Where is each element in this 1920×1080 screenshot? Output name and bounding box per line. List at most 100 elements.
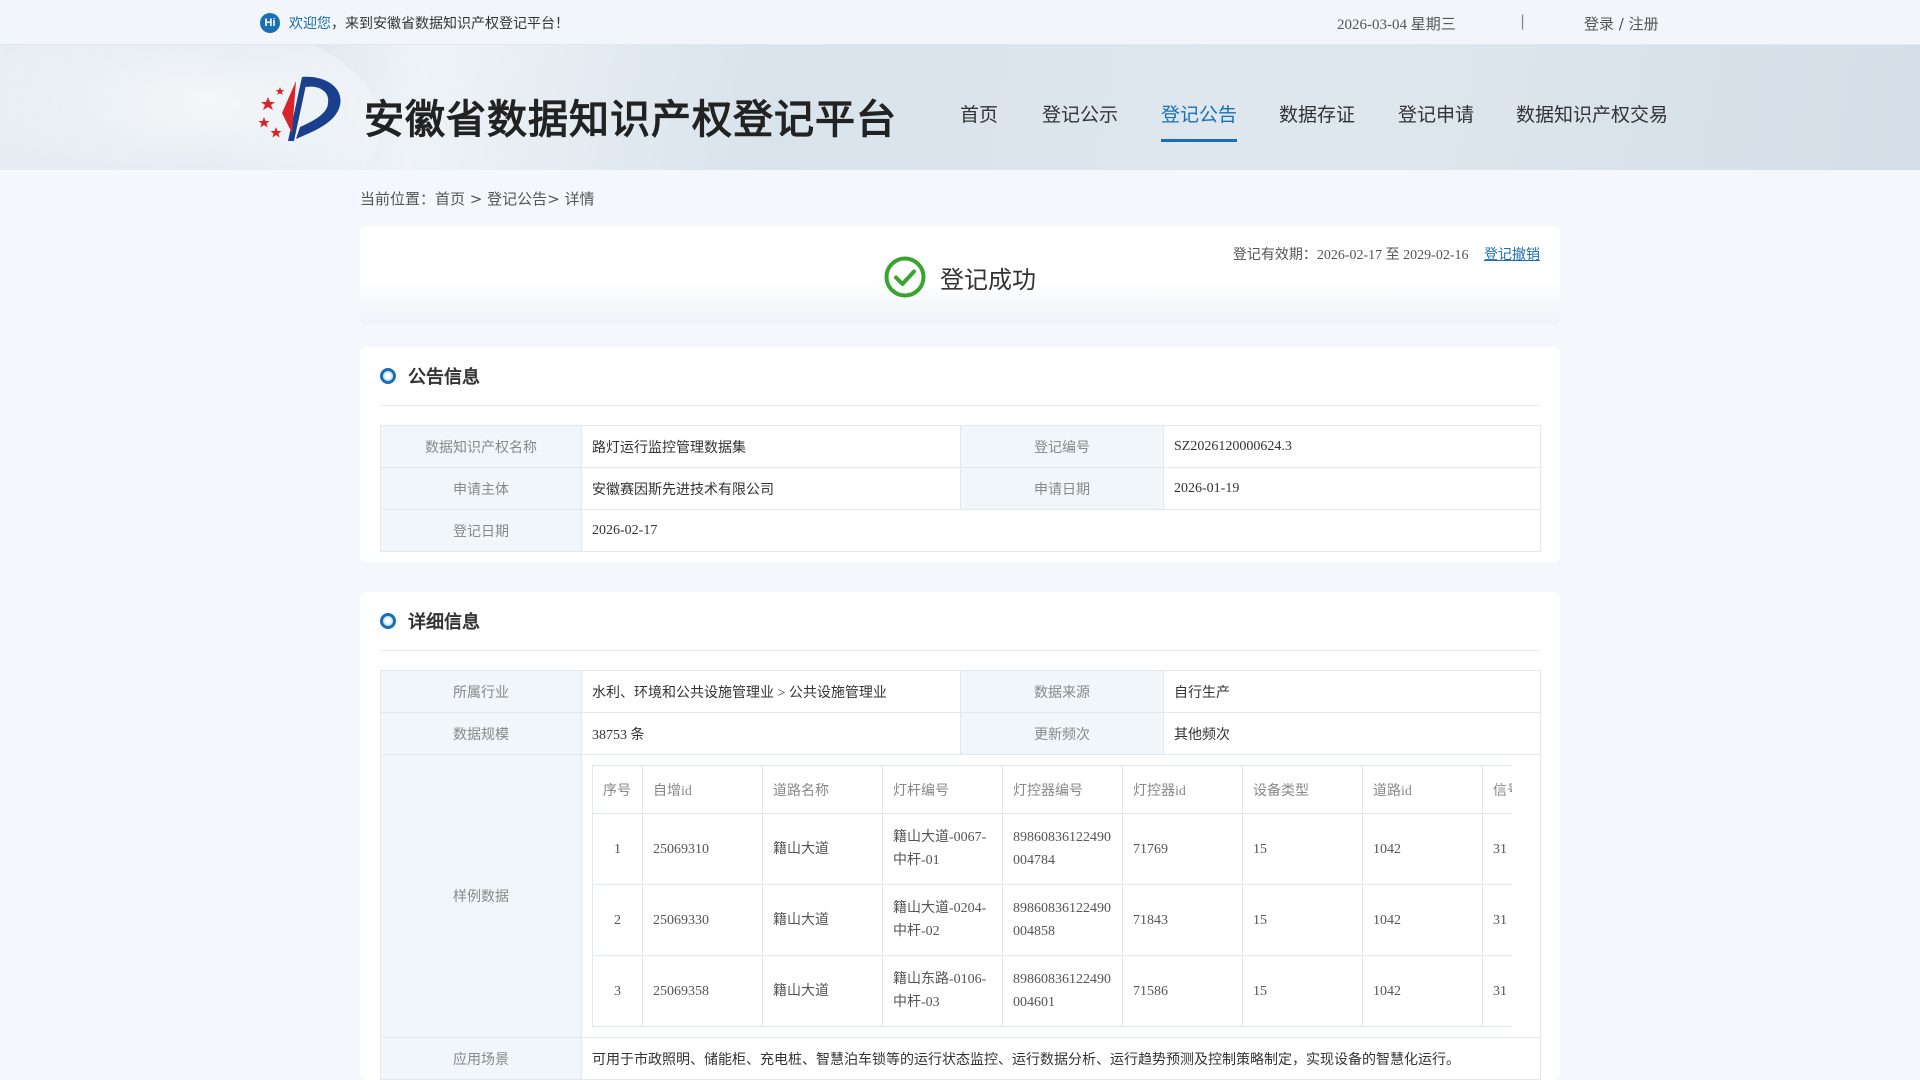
- top-bar: Hi 欢迎您 ，来到安徽省数据知识产权登记平台！ 2026-03-04 星期三 …: [0, 0, 1920, 45]
- scenario-label: 应用场景: [380, 1037, 582, 1080]
- cell-controller-no: 89860836122490004601: [1002, 955, 1123, 1027]
- cell-auto-id: 25069358: [642, 955, 763, 1027]
- ip-name-value: 路灯运行监控管理数据集: [581, 425, 961, 468]
- section-title-notice: 公告信息: [380, 363, 480, 389]
- reg-no-value: SZ2026120000624.3: [1163, 425, 1541, 468]
- applicant-value: 安徽赛因斯先进技术有限公司: [581, 467, 961, 510]
- table-row: 3 25069358 籍山大道 籍山东路-0106-中杆-03 89860836…: [592, 955, 1512, 1027]
- ip-name-label: 数据知识产权名称: [380, 425, 582, 468]
- sample-data-scroll-area[interactable]: 序号 自增id 道路名称 灯杆编号 灯控器编号 灯控器id 设备类型 道路id …: [592, 765, 1512, 1027]
- apply-date-value: 2026-01-19: [1163, 467, 1541, 510]
- detail-info-card: 详细信息 所属行业 水利、环境和公共设施管理业 > 公共设施管理业 数据来源 自…: [360, 592, 1560, 1080]
- login-register-link[interactable]: 登录 / 注册: [1584, 13, 1659, 34]
- cell-pole-no: 籍山大道-0067-中杆-01: [882, 813, 1003, 885]
- table-row: 样例数据 序号 自增id 道路名称 灯杆编号 灯控器编号 灯控器id 设备类型 …: [380, 754, 1541, 1038]
- table-row: 登记日期 2026-02-17: [380, 509, 1541, 552]
- industry-value: 水利、环境和公共设施管理业 > 公共设施管理业: [581, 670, 961, 713]
- update-frequency-label: 更新频次: [960, 712, 1164, 755]
- site-logo-icon: [258, 76, 341, 141]
- status-text: 登记成功: [940, 265, 1036, 294]
- cell-auto-id: 25069330: [642, 884, 763, 956]
- cell-index: 3: [592, 955, 643, 1027]
- cell-controller-id: 71586: [1122, 955, 1243, 1027]
- validity-period: 登记有效期：2026-02-17 至 2029-02-16 登记撤销: [1233, 244, 1540, 264]
- data-source-value: 自行生产: [1163, 670, 1541, 713]
- breadcrumb: 当前位置：首页 > 登记公告> 详情: [360, 190, 595, 208]
- cell-signal: 31: [1482, 884, 1512, 956]
- site-title: 安徽省数据知识产权登记平台: [364, 97, 897, 143]
- cell-road-id: 1042: [1362, 884, 1483, 956]
- sample-data-label: 样例数据: [380, 754, 582, 1038]
- revoke-registration-link[interactable]: 登记撤销: [1484, 248, 1540, 263]
- cell-road-name: 籍山大道: [762, 884, 883, 956]
- sample-header-row: 序号 自增id 道路名称 灯杆编号 灯控器编号 灯控器id 设备类型 道路id …: [592, 765, 1512, 814]
- col-header-device-type: 设备类型: [1242, 765, 1363, 814]
- data-scale-value: 38753 条: [581, 712, 961, 755]
- cell-device-type: 15: [1242, 955, 1363, 1027]
- sample-data-table: 序号 自增id 道路名称 灯杆编号 灯控器编号 灯控器id 设备类型 道路id …: [592, 765, 1512, 1027]
- cell-controller-no: 89860836122490004858: [1002, 884, 1123, 956]
- col-header-auto-id: 自增id: [642, 765, 763, 814]
- cell-pole-no: 籍山东路-0106-中杆-03: [882, 955, 1003, 1027]
- check-circle-icon: [884, 256, 926, 298]
- sample-data-cell: 序号 自增id 道路名称 灯杆编号 灯控器编号 灯控器id 设备类型 道路id …: [581, 754, 1541, 1038]
- cell-controller-id: 71769: [1122, 813, 1243, 885]
- nav-registration-publicity[interactable]: 登记公示: [1042, 100, 1118, 140]
- cell-pole-no: 籍山大道-0204-中杆-02: [882, 884, 1003, 956]
- welcome-highlight: 欢迎您: [289, 16, 331, 32]
- section-bullet-icon: [380, 613, 396, 629]
- site-header: 安徽省数据知识产权登记平台 首页 登记公示 登记公告 数据存证 登记申请 数据知…: [0, 45, 1920, 170]
- data-source-label: 数据来源: [960, 670, 1164, 713]
- hi-icon: Hi: [260, 13, 280, 33]
- cell-road-name: 籍山大道: [762, 955, 883, 1027]
- cell-controller-no: 89860836122490004784: [1002, 813, 1123, 885]
- cell-index: 2: [592, 884, 643, 956]
- col-header-pole-no: 灯杆编号: [882, 765, 1003, 814]
- table-row: 所属行业 水利、环境和公共设施管理业 > 公共设施管理业 数据来源 自行生产: [380, 670, 1541, 713]
- section-divider: [380, 405, 1540, 406]
- cell-signal: 31: [1482, 955, 1512, 1027]
- section-title-detail: 详细信息: [380, 608, 480, 634]
- col-header-controller-id: 灯控器id: [1122, 765, 1243, 814]
- table-row: 2 25069330 籍山大道 籍山大道-0204-中杆-02 89860836…: [592, 884, 1512, 956]
- welcome-text: ，来到安徽省数据知识产权登记平台！: [331, 16, 569, 32]
- cell-auto-id: 25069310: [642, 813, 763, 885]
- col-header-controller-no: 灯控器编号: [1002, 765, 1123, 814]
- cell-index: 1: [592, 813, 643, 885]
- detail-info-table: 所属行业 水利、环境和公共设施管理业 > 公共设施管理业 数据来源 自行生产 数…: [380, 670, 1541, 1080]
- nav-registration-announcement[interactable]: 登记公告: [1161, 100, 1238, 142]
- data-scale-label: 数据规模: [380, 712, 582, 755]
- nav-home[interactable]: 首页: [960, 100, 998, 140]
- applicant-label: 申请主体: [380, 467, 582, 510]
- cell-device-type: 15: [1242, 813, 1363, 885]
- section-bullet-icon: [380, 368, 396, 384]
- col-header-index: 序号: [592, 765, 643, 814]
- col-header-road-id: 道路id: [1362, 765, 1483, 814]
- cell-controller-id: 71843: [1122, 884, 1243, 956]
- registration-status-card: 登记成功 登记有效期：2026-02-17 至 2029-02-16 登记撤销: [360, 226, 1560, 324]
- cell-road-name: 籍山大道: [762, 813, 883, 885]
- reg-date-label: 登记日期: [380, 509, 582, 552]
- col-header-signal: 信号: [1482, 765, 1512, 814]
- table-row: 应用场景 可用于市政照明、储能柜、充电桩、智慧泊车锁等的运行状态监控、运行数据分…: [380, 1037, 1541, 1080]
- nav-registration-apply[interactable]: 登记申请: [1398, 100, 1474, 140]
- col-header-road-name: 道路名称: [762, 765, 883, 814]
- table-row: 数据知识产权名称 路灯运行监控管理数据集 登记编号 SZ202612000062…: [380, 425, 1541, 468]
- current-date: 2026-03-04 星期三: [1337, 17, 1456, 33]
- validity-text: 登记有效期：2026-02-17 至 2029-02-16: [1232, 248, 1469, 263]
- nav-ip-trading[interactable]: 数据知识产权交易: [1516, 100, 1668, 140]
- update-frequency-value: 其他频次: [1163, 712, 1541, 755]
- table-row: 申请主体 安徽赛因斯先进技术有限公司 申请日期 2026-01-19: [380, 467, 1541, 510]
- cell-signal: 31: [1482, 813, 1512, 885]
- notice-info-card: 公告信息 数据知识产权名称 路灯运行监控管理数据集 登记编号 SZ2026120…: [360, 347, 1560, 562]
- apply-date-label: 申请日期: [960, 467, 1164, 510]
- welcome-message: Hi 欢迎您 ，来到安徽省数据知识产权登记平台！: [260, 12, 569, 34]
- scenario-value: 可用于市政照明、储能柜、充电桩、智慧泊车锁等的运行状态监控、运行数据分析、运行趋…: [581, 1037, 1541, 1080]
- nav-data-evidence[interactable]: 数据存证: [1279, 100, 1355, 140]
- cell-device-type: 15: [1242, 884, 1363, 956]
- table-row: 数据规模 38753 条 更新频次 其他频次: [380, 712, 1541, 755]
- reg-date-value: 2026-02-17: [581, 509, 1541, 552]
- topbar-separator: |: [1520, 12, 1526, 30]
- status-indicator: 登记成功: [884, 256, 1036, 298]
- industry-label: 所属行业: [380, 670, 582, 713]
